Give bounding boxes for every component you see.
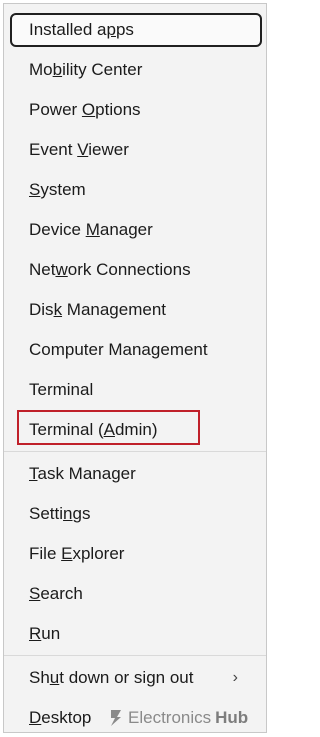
menu-item-run[interactable]: Run	[10, 618, 262, 650]
menu-item-terminal[interactable]: Terminal	[10, 374, 262, 406]
menu-item-settings[interactable]: Settings	[10, 498, 262, 530]
menu-item-network-connections[interactable]: Network Connections	[10, 254, 262, 286]
electronics-hub-watermark: Electronics Hub	[108, 706, 248, 730]
menu-separator	[4, 655, 266, 656]
menu-item-label: Mobility Center	[29, 60, 143, 79]
menu-item-mobility-center[interactable]: Mobility Center	[10, 54, 262, 86]
menu-item-installed-apps[interactable]: Installed apps	[10, 13, 262, 47]
menu-item-label: Device Manager	[29, 220, 153, 239]
menu-item-label: Installed apps	[29, 20, 134, 39]
menu-item-search[interactable]: Search	[10, 578, 262, 610]
menu-separator	[4, 451, 266, 452]
menu-item-label: Power Options	[29, 100, 141, 119]
menu-item-label: Event Viewer	[29, 140, 129, 159]
menu-item-label: Task Manager	[29, 464, 136, 483]
menu-item-label: Desktop	[29, 708, 92, 727]
menu-item-power-options[interactable]: Power Options	[10, 94, 262, 126]
menu-item-label: Network Connections	[29, 260, 191, 279]
menu-item-disk-management[interactable]: Disk Management	[10, 294, 262, 326]
menu-item-label: Run	[29, 624, 61, 643]
power-user-context-menu: Installed apps Mobility Center Power Opt…	[3, 3, 267, 733]
menu-item-label: Disk Management	[29, 300, 167, 319]
menu-item-file-explorer[interactable]: File Explorer	[10, 538, 262, 570]
menu-item-computer-management[interactable]: Computer Management	[10, 334, 262, 366]
menu-item-task-manager[interactable]: Task Manager	[10, 458, 262, 490]
menu-item-label: Search	[29, 584, 83, 603]
menu-item-system[interactable]: System	[10, 174, 262, 206]
menu-item-label: System	[29, 180, 86, 199]
menu-item-label: File Explorer	[29, 544, 125, 563]
chevron-right-icon: ›	[232, 669, 238, 686]
menu-item-label: Shut down or sign out	[29, 668, 194, 687]
menu-item-label: Computer Management	[29, 340, 208, 359]
terminal-admin-highlight	[17, 410, 200, 445]
menu-item-label: Terminal	[29, 380, 94, 399]
menu-item-label: Settings	[29, 504, 91, 523]
electronics-hub-logo-icon	[111, 710, 121, 726]
watermark-brand-bold: Hub	[215, 708, 249, 727]
watermark-brand-light: Electronics	[128, 708, 212, 727]
menu-item-shut-down-or-sign-out[interactable]: Shut down or sign out ›	[10, 662, 262, 694]
menu-item-event-viewer[interactable]: Event Viewer	[10, 134, 262, 166]
menu-item-device-manager[interactable]: Device Manager	[10, 214, 262, 246]
